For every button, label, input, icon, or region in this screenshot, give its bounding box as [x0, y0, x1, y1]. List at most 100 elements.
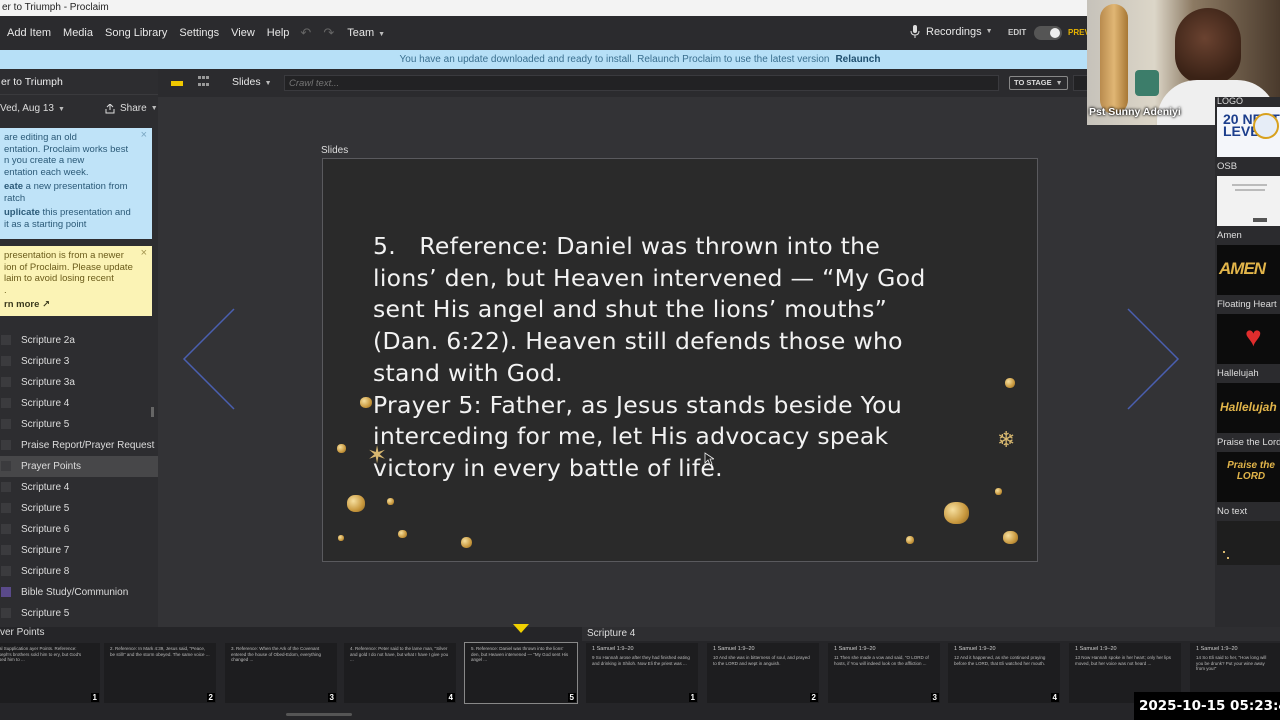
thumb-text: 12 And it happened, as she continued pra…: [954, 655, 1046, 666]
close-icon[interactable]: ×: [141, 247, 147, 260]
single-view-icon[interactable]: [171, 77, 183, 87]
mouse-cursor-icon: [704, 452, 714, 466]
list-item[interactable]: Bible Study/Communion: [0, 582, 158, 603]
duplicate-link[interactable]: uplicate: [4, 207, 40, 218]
service-item-list: Scripture 2a Scripture 3 Scripture 3a Sc…: [0, 330, 158, 624]
presentation-title[interactable]: er to Triumph: [0, 69, 158, 95]
slides-dropdown[interactable]: Slides ▼: [232, 76, 272, 88]
date-label: Ved, Aug 13: [0, 103, 54, 114]
slide-thumbnail[interactable]: 1 Samuel 1:9–20 9 So Hannah arose after t…: [586, 643, 698, 703]
share-label: Share: [120, 103, 147, 114]
relaunch-link[interactable]: Relaunch: [835, 54, 880, 65]
thumb-text-line: [1235, 189, 1265, 191]
share-button[interactable]: Share ▼: [105, 103, 158, 114]
person-head: [1175, 8, 1241, 84]
thumb-text: 13 Now Hannah spoke in her heart; only h…: [1075, 655, 1172, 666]
hallelujah-thumb-text: Hallelujah: [1220, 400, 1277, 414]
crawl-text-input[interactable]: [284, 75, 999, 91]
media-menu[interactable]: Media: [56, 27, 93, 39]
slide-thumbnail[interactable]: 4. Reference: Peter said to the lame man…: [344, 643, 456, 703]
slide-number: 3: [930, 693, 939, 702]
strip-scrollbar[interactable]: [286, 713, 352, 716]
item-label: Praise Report/Prayer Request: [21, 440, 155, 451]
list-item[interactable]: Scripture 5: [0, 414, 158, 435]
slide-thumbnail-current[interactable]: 5. Reference: Daniel was thrown into the…: [464, 642, 578, 704]
slide-number: 1: [688, 693, 697, 702]
slide-number: 4: [1050, 693, 1059, 702]
add-item-menu[interactable]: Add Item: [0, 27, 51, 39]
list-item[interactable]: Scripture 5: [0, 498, 158, 519]
slide-thumbnail[interactable]: 1 Samuel 1:9–20 11 Then she made a vow an…: [828, 643, 940, 703]
list-item[interactable]: Scripture 7: [0, 540, 158, 561]
surfboard-decoration: [1100, 4, 1128, 114]
recordings-menu[interactable]: Recordings ▼: [910, 25, 993, 38]
slide-thumbnail[interactable]: 2. Reference: In Mark 4:39, Jesus said, …: [104, 643, 216, 703]
thumb-text: 3. Reference: When the Ark of the Covena…: [231, 646, 322, 663]
view-menu[interactable]: View: [224, 27, 255, 39]
library-thumb-osb[interactable]: [1217, 176, 1280, 226]
list-item[interactable]: Scripture 4: [0, 393, 158, 414]
content-library-panel: LOGO 20 NEXT LEVEL OSB Amen AMEN Floatin…: [1215, 97, 1280, 627]
list-item[interactable]: Scripture 4: [0, 477, 158, 498]
slide-thumbnail[interactable]: 1 Samuel 1:9–20 12 And it happened, as sh…: [948, 643, 1060, 703]
slide-thumbnail[interactable]: 1 Samuel 1:9–20 10 And she was in bittern…: [707, 643, 819, 703]
note-line: ratch: [4, 192, 26, 204]
slide-thumbnail[interactable]: onal Supplication ayer Points. Reference…: [0, 643, 100, 703]
help-menu[interactable]: Help: [260, 27, 290, 39]
slide-thumbnail[interactable]: 3. Reference: When the Ark of the Covena…: [225, 643, 337, 703]
slide-text-line: lions’ den, but Heaven intervened — “My …: [373, 263, 926, 292]
team-menu[interactable]: Team ▼: [340, 27, 385, 39]
presentation-header: Ved, Aug 13 ▼ Share ▼: [0, 95, 158, 123]
library-thumb-logo[interactable]: 20 NEXT LEVEL: [1217, 107, 1280, 157]
list-item[interactable]: Scripture 3: [0, 351, 158, 372]
library-thumb-no-text[interactable]: [1217, 521, 1280, 565]
thumb-text: 9 So Hannah arose after they had finishe…: [592, 655, 690, 666]
grid-dot: [198, 82, 201, 86]
close-icon[interactable]: ×: [141, 129, 147, 142]
gold-nugget-decoration: [338, 535, 344, 541]
grid-view-icon[interactable]: [198, 76, 210, 88]
thumb-text-line: [1232, 184, 1267, 186]
list-item[interactable]: Praise Report/Prayer Request: [0, 435, 158, 456]
create-option: eate a new presentation from: [4, 181, 148, 193]
slide-text-line: sent His angel and shut the lions’ mouth…: [373, 295, 888, 324]
slide-number: 3: [327, 693, 336, 702]
library-item-label: Floating Heart: [1217, 299, 1277, 310]
team-label: Team: [347, 27, 375, 39]
previous-slide-arrow-icon[interactable]: [178, 303, 240, 415]
library-thumb-floating-heart[interactable]: ♥: [1217, 314, 1280, 364]
thumb-text: 5. Reference: Daniel was thrown into the…: [471, 646, 569, 663]
library-thumb-amen[interactable]: AMEN: [1217, 245, 1280, 295]
to-stage-button[interactable]: TO STAGE ▼: [1009, 76, 1068, 90]
list-item[interactable]: Scripture 5: [0, 603, 158, 624]
next-slide-arrow-icon[interactable]: [1122, 303, 1184, 415]
create-link[interactable]: eate: [4, 181, 23, 192]
chevron-down-icon: ▼: [378, 31, 386, 38]
list-item-selected[interactable]: Prayer Points: [0, 456, 158, 477]
thumb-heading: 1 Samuel 1:9–20: [834, 646, 876, 652]
list-item[interactable]: Scripture 8: [0, 561, 158, 582]
song-library-menu[interactable]: Song Library: [98, 27, 167, 39]
list-item[interactable]: Scripture 3a: [0, 372, 158, 393]
to-stage-label: TO STAGE: [1014, 78, 1052, 87]
item-label: Scripture 7: [21, 545, 70, 556]
redo-icon[interactable]: ↷: [323, 25, 334, 41]
sidebar-scrollbar[interactable]: [151, 407, 154, 417]
note-line: entation. Proclaim works best: [4, 143, 129, 155]
library-thumb-praise-the-lord[interactable]: Praise the LORD: [1217, 452, 1280, 502]
toggle-knob: [1050, 28, 1060, 38]
list-item[interactable]: Scripture 6: [0, 519, 158, 540]
strip-group-label: Scripture 4: [587, 628, 636, 639]
library-thumb-hallelujah[interactable]: Hallelujah: [1217, 383, 1280, 433]
learn-more-link[interactable]: rn more ↗: [4, 299, 148, 311]
undo-icon[interactable]: ↶: [300, 25, 311, 41]
slide-toolbar: Slides▼ TO STAGE▼: [158, 69, 1090, 97]
current-slide-preview[interactable]: ✶ ❄ 5. Reference: Daniel was thrown into…: [322, 158, 1038, 562]
service-date[interactable]: Ved, Aug 13 ▼: [0, 103, 65, 114]
slides-section-label: Slides: [321, 145, 349, 156]
list-item[interactable]: Scripture 2a: [0, 330, 158, 351]
settings-menu[interactable]: Settings: [172, 27, 219, 39]
edit-preview-toggle[interactable]: [1034, 26, 1062, 40]
warn-line: presentation is from a newer: [4, 250, 124, 261]
note-line: n you create a new: [4, 155, 85, 166]
